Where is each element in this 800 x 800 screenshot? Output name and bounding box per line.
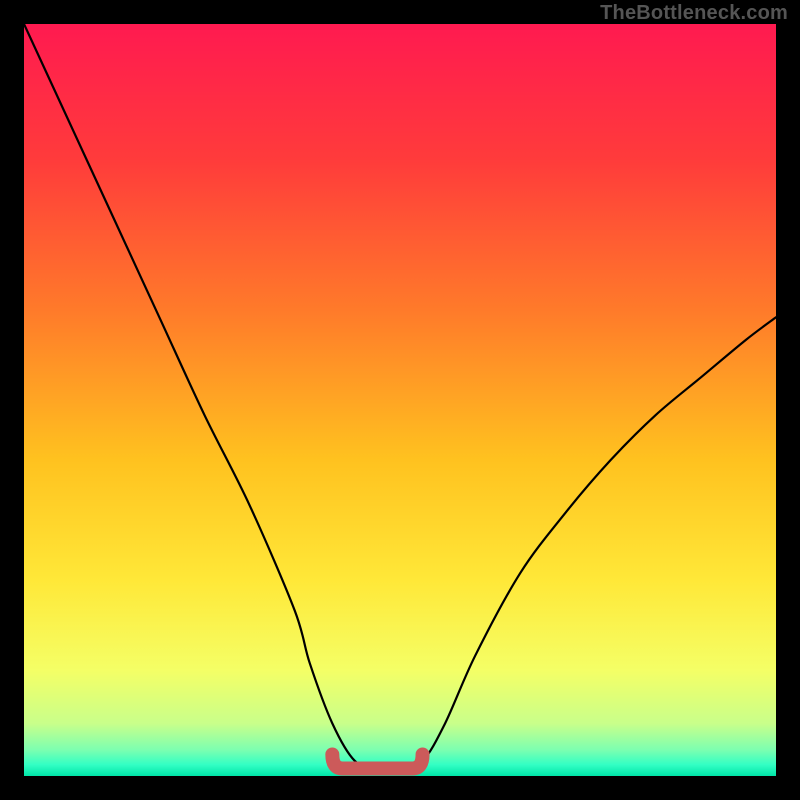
chart-plot-area [24, 24, 776, 776]
chart-frame: TheBottleneck.com [0, 0, 800, 800]
chart-svg [24, 24, 776, 776]
watermark-label: TheBottleneck.com [600, 2, 788, 25]
chart-background-gradient [24, 24, 776, 776]
